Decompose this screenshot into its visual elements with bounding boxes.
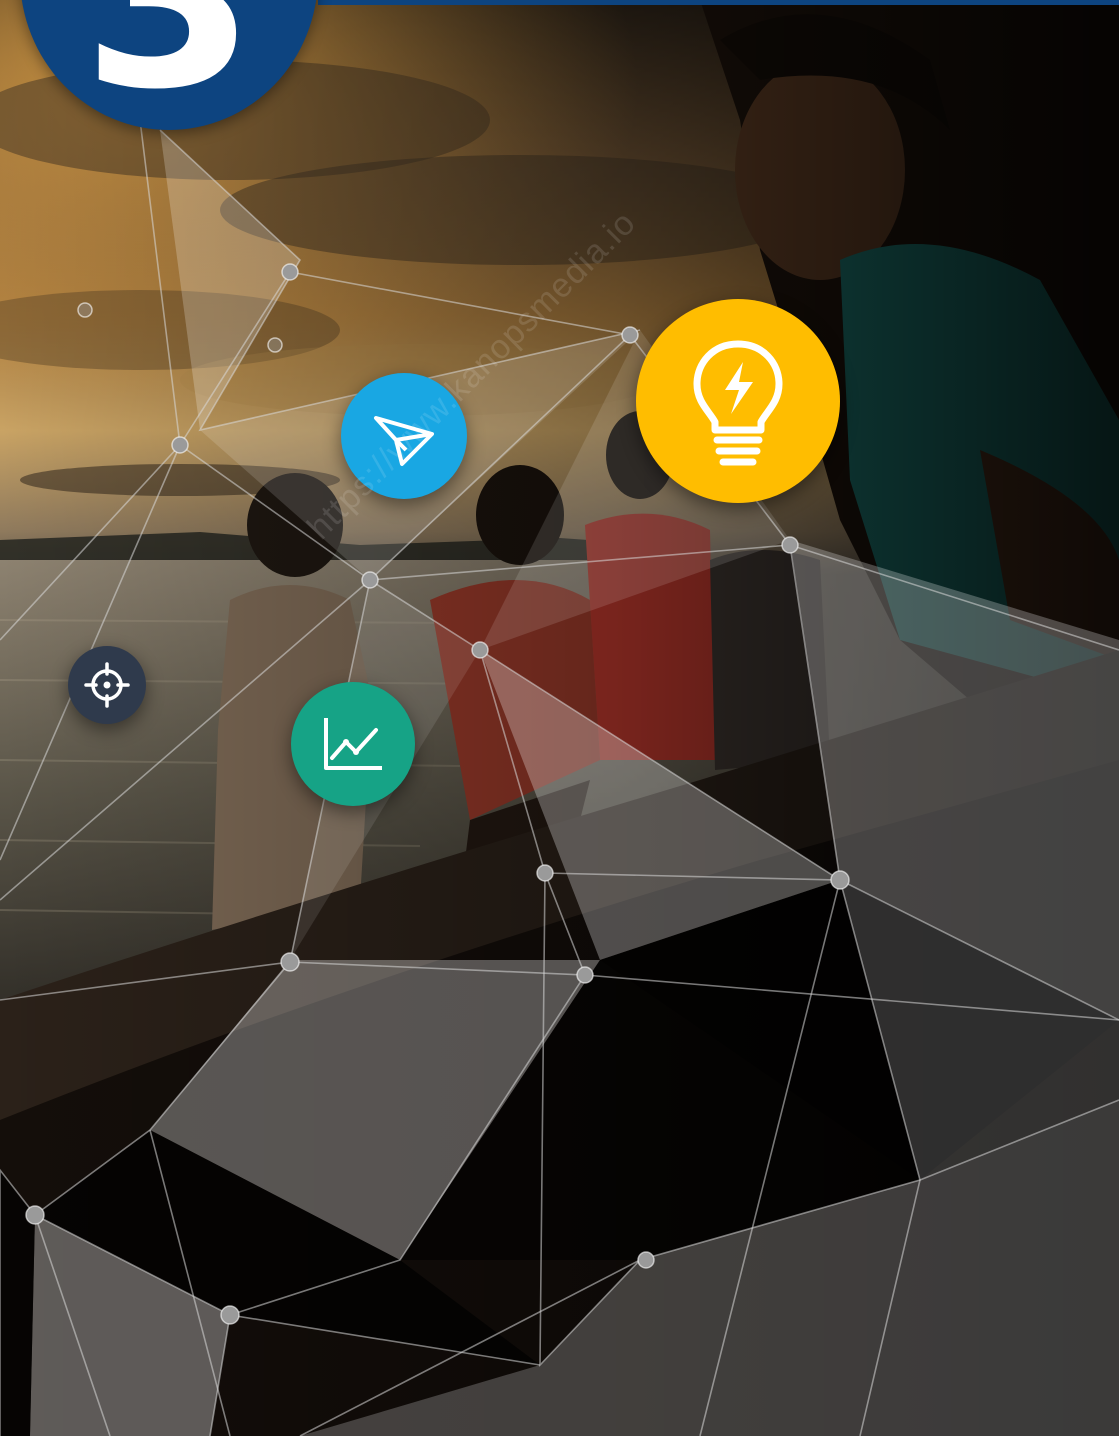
chapter-number: 3 [20, 0, 318, 124]
chapter-badge: 3 [20, 0, 318, 130]
lightbulb-icon [693, 340, 783, 466]
target-crosshair-icon [84, 662, 130, 708]
lightbulb-button[interactable] [636, 299, 840, 503]
line-chart-icon [324, 718, 382, 770]
background-photo [0, 0, 1119, 1436]
target-button[interactable] [68, 646, 146, 724]
top-rule [318, 0, 1119, 5]
line-chart-button[interactable] [291, 682, 415, 806]
cover-page: 3 [0, 0, 1119, 1436]
